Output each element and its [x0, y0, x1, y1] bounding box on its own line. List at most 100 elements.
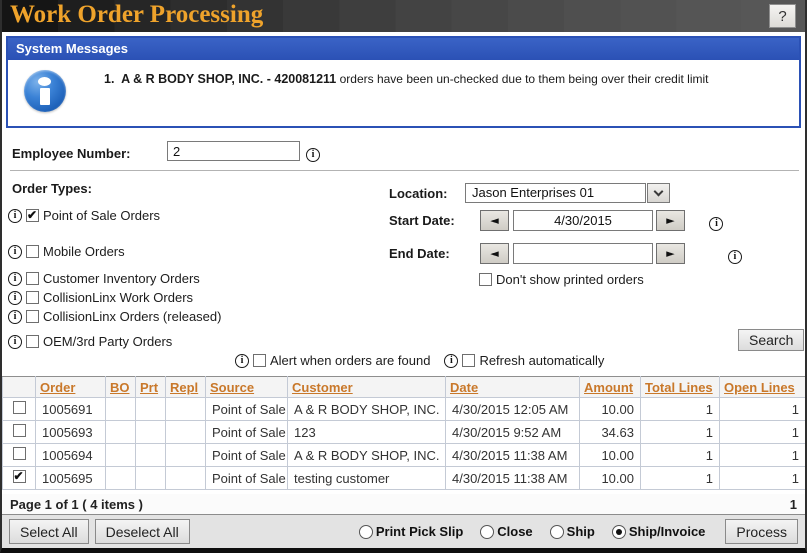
- refresh-checkbox[interactable]: [462, 354, 475, 367]
- radio-print-pick-slip[interactable]: Print Pick Slip: [359, 524, 463, 539]
- point-of-sale-checkbox[interactable]: [26, 209, 39, 222]
- amount-cell: 10.00: [580, 444, 641, 467]
- process-button[interactable]: Process: [725, 519, 798, 544]
- customer-cell: 123: [288, 421, 446, 444]
- info-icon-large: [24, 70, 66, 112]
- repl-cell: [166, 467, 206, 490]
- footer-bar: Select All Deselect All Print Pick Slip …: [2, 515, 805, 548]
- start-date-info-icon[interactable]: [709, 217, 723, 231]
- checkbox-label: CollisionLinx Orders (released): [43, 309, 221, 324]
- radio-ship-invoice[interactable]: Ship/Invoice: [612, 524, 706, 539]
- oem-checkbox[interactable]: [26, 335, 39, 348]
- order-type-mobile: Mobile Orders: [8, 244, 125, 259]
- info-icon[interactable]: [235, 354, 249, 368]
- sort-total-lines[interactable]: Total Lines: [645, 380, 713, 395]
- end-date-next-button[interactable]: [656, 243, 685, 264]
- sort-repl[interactable]: Repl: [170, 380, 198, 395]
- radio-button[interactable]: [480, 525, 494, 539]
- info-icon[interactable]: [444, 354, 458, 368]
- sort-date[interactable]: Date: [450, 380, 478, 395]
- sort-amount[interactable]: Amount: [584, 380, 633, 395]
- info-icon[interactable]: [8, 209, 22, 223]
- refresh-option: Refresh automatically: [444, 353, 604, 368]
- message-customer: A & R BODY SHOP, INC. - 420081211: [121, 72, 336, 86]
- bo-cell: [106, 398, 136, 421]
- radio-button[interactable]: [359, 525, 373, 539]
- employee-number-input[interactable]: [167, 141, 300, 161]
- checkbox-label: Refresh automatically: [479, 353, 604, 368]
- checkbox-label: OEM/3rd Party Orders: [43, 334, 172, 349]
- search-button[interactable]: Search: [738, 329, 804, 351]
- info-icon[interactable]: [8, 335, 22, 349]
- order-type-point-of-sale: Point of Sale Orders: [8, 208, 160, 223]
- deselect-all-button[interactable]: Deselect All: [95, 519, 190, 544]
- process-mode-radio-group: Print Pick Slip Close Ship Ship/Invoice: [359, 524, 706, 539]
- sort-open-lines[interactable]: Open Lines: [724, 380, 795, 395]
- total-lines-cell: 1: [641, 398, 720, 421]
- row-checkbox[interactable]: [13, 424, 26, 437]
- location-select[interactable]: Jason Enterprises 01: [465, 183, 646, 203]
- alert-checkbox[interactable]: [253, 354, 266, 367]
- sort-prt[interactable]: Prt: [140, 380, 158, 395]
- info-icon[interactable]: [8, 272, 22, 286]
- customer-inventory-checkbox[interactable]: [26, 272, 39, 285]
- end-date-input[interactable]: [513, 243, 653, 264]
- page-title: Work Order Processing: [10, 1, 263, 29]
- end-date-prev-button[interactable]: [480, 243, 509, 264]
- help-button[interactable]: ?: [769, 4, 796, 28]
- alert-refresh-row: Alert when orders are found Refresh auto…: [235, 353, 604, 368]
- prt-cell: [136, 421, 166, 444]
- mobile-orders-checkbox[interactable]: [26, 245, 39, 258]
- start-date-prev-button[interactable]: [480, 210, 509, 231]
- info-icon[interactable]: [8, 291, 22, 305]
- date-cell: 4/30/2015 11:38 AM: [446, 467, 580, 490]
- source-cell: Point of Sale: [206, 444, 288, 467]
- location-label: Location:: [389, 186, 448, 201]
- info-icon[interactable]: [8, 245, 22, 259]
- radio-button[interactable]: [612, 525, 626, 539]
- row-checkbox[interactable]: [13, 470, 26, 483]
- radio-close[interactable]: Close: [480, 524, 532, 539]
- open-lines-cell: 1: [720, 421, 806, 444]
- message-number: 1.: [104, 72, 114, 86]
- collisionlinx-work-checkbox[interactable]: [26, 291, 39, 304]
- sort-customer[interactable]: Customer: [292, 380, 353, 395]
- start-date-input[interactable]: [513, 210, 653, 231]
- repl-cell: [166, 398, 206, 421]
- order-type-oem: OEM/3rd Party Orders: [8, 334, 172, 349]
- total-lines-cell: 1: [641, 444, 720, 467]
- radio-label: Ship: [567, 524, 595, 539]
- end-date-info-icon[interactable]: [728, 250, 742, 264]
- row-checkbox[interactable]: [13, 401, 26, 414]
- order-type-collisionlinx-work: CollisionLinx Work Orders: [8, 290, 193, 305]
- employee-number-info-icon[interactable]: [306, 148, 320, 162]
- info-icon[interactable]: [8, 310, 22, 324]
- start-date-next-button[interactable]: [656, 210, 685, 231]
- row-checkbox[interactable]: [13, 447, 26, 460]
- order-cell: 1005695: [36, 467, 106, 490]
- radio-button[interactable]: [550, 525, 564, 539]
- radio-label: Print Pick Slip: [376, 524, 463, 539]
- pager-page-number[interactable]: 1: [790, 497, 797, 512]
- sort-order[interactable]: Order: [40, 380, 75, 395]
- dont-show-printed-checkbox[interactable]: [479, 273, 492, 286]
- customer-cell: A & R BODY SHOP, INC.: [288, 398, 446, 421]
- message-body: orders have been un-checked due to them …: [340, 72, 709, 86]
- customer-cell: A & R BODY SHOP, INC.: [288, 444, 446, 467]
- radio-label: Ship/Invoice: [629, 524, 706, 539]
- total-lines-cell: 1: [641, 421, 720, 444]
- select-all-button[interactable]: Select All: [9, 519, 89, 544]
- order-type-customer-inventory: Customer Inventory Orders: [8, 271, 200, 286]
- location-dropdown-button[interactable]: [647, 183, 670, 203]
- dont-show-printed-option: Don't show printed orders: [479, 272, 644, 287]
- amount-cell: 34.63: [580, 421, 641, 444]
- sort-source[interactable]: Source: [210, 380, 254, 395]
- start-date-label: Start Date:: [389, 213, 455, 228]
- order-types-label: Order Types:: [12, 181, 92, 196]
- collisionlinx-released-checkbox[interactable]: [26, 310, 39, 323]
- sort-bo[interactable]: BO: [110, 380, 130, 395]
- bo-cell: [106, 421, 136, 444]
- radio-ship[interactable]: Ship: [550, 524, 595, 539]
- source-cell: Point of Sale: [206, 467, 288, 490]
- alert-option: Alert when orders are found: [235, 353, 430, 368]
